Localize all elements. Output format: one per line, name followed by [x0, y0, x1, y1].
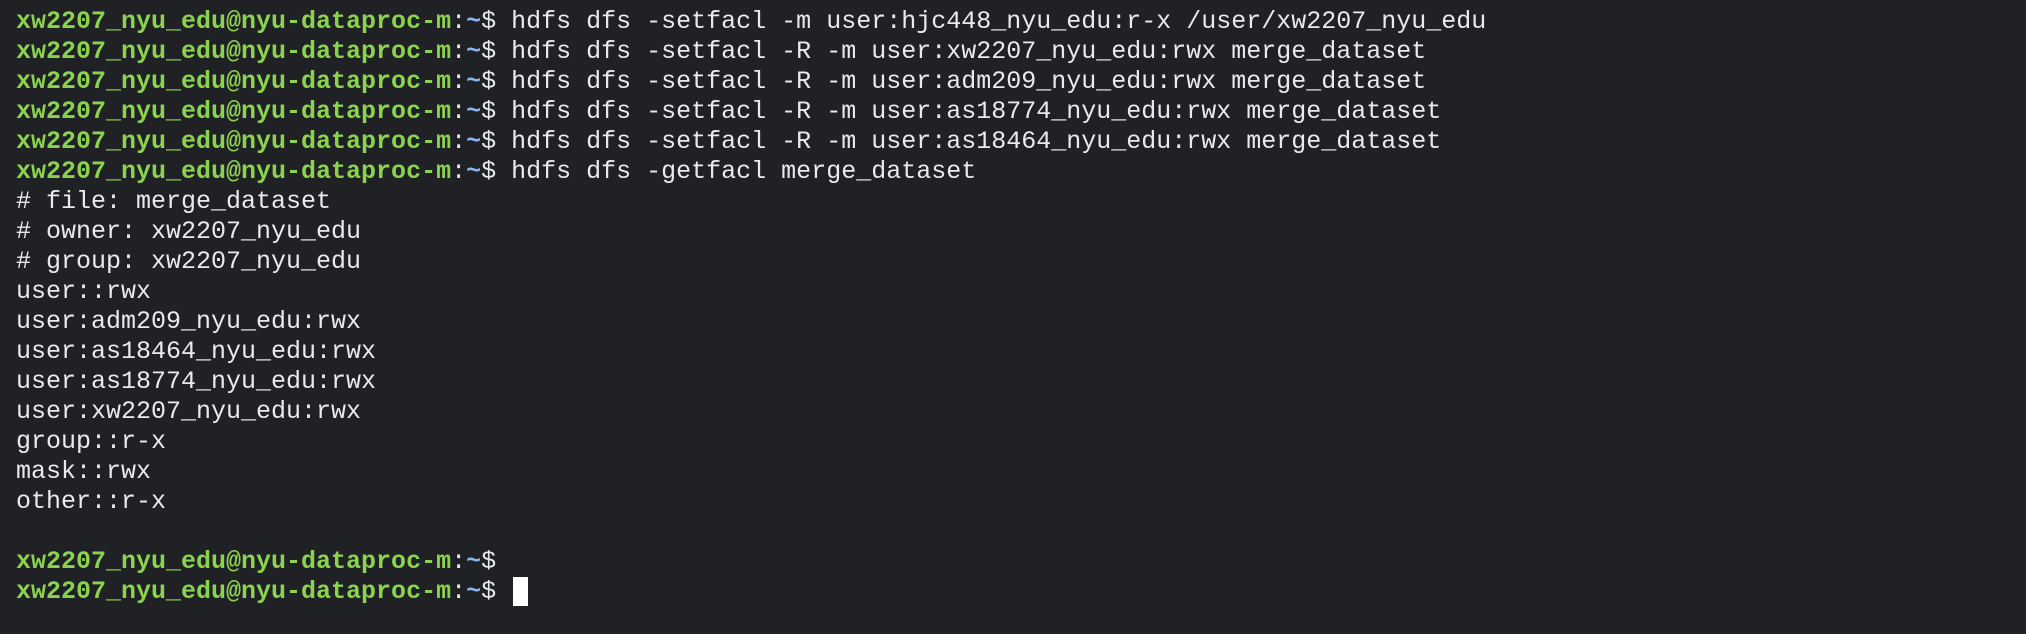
output-line: other::r-x [16, 487, 2026, 517]
prompt-symbol: $ [481, 67, 497, 96]
command-text: hdfs dfs -setfacl -R -m user:adm209_nyu_… [511, 67, 1427, 96]
output-line: user:as18774_nyu_edu:rwx [16, 367, 2026, 397]
command-line: xw2207_nyu_edu@nyu-dataproc-m:~$ hdfs df… [16, 127, 2026, 157]
prompt-symbol: $ [481, 157, 497, 186]
prompt-user-host: xw2207_nyu_edu@nyu-dataproc-m [16, 7, 452, 36]
output-line: group::r-x [16, 427, 2026, 457]
output-text: # group: xw2207_nyu_edu [16, 247, 362, 276]
command-text: hdfs dfs -setfacl -R -m user:as18774_nyu… [511, 97, 1442, 126]
command-line: xw2207_nyu_edu@nyu-dataproc-m:~$ hdfs df… [16, 97, 2026, 127]
text-cursor[interactable] [513, 577, 529, 606]
prompt-user-host: xw2207_nyu_edu@nyu-dataproc-m [16, 547, 452, 576]
command-text: hdfs dfs -setfacl -m user:hjc448_nyu_edu… [511, 7, 1487, 36]
output-line: user:xw2207_nyu_edu:rwx [16, 397, 2026, 427]
output-text: group::r-x [16, 427, 167, 456]
command-text: hdfs dfs -setfacl -R -m user:as18464_nyu… [511, 127, 1442, 156]
prompt-user-host: xw2207_nyu_edu@nyu-dataproc-m [16, 37, 452, 66]
output-line: user::rwx [16, 277, 2026, 307]
output-text: # file: merge_dataset [16, 187, 332, 216]
prompt-path: ~ [466, 97, 482, 126]
prompt-symbol: $ [481, 37, 497, 66]
command-text: hdfs dfs -getfacl merge_dataset [511, 157, 977, 186]
prompt-separator: : [451, 547, 467, 576]
prompt-user-host: xw2207_nyu_edu@nyu-dataproc-m [16, 157, 452, 186]
prompt-separator: : [451, 127, 467, 156]
prompt-user-host: xw2207_nyu_edu@nyu-dataproc-m [16, 577, 452, 606]
prompt-symbol: $ [481, 97, 497, 126]
output-text: user:adm209_nyu_edu:rwx [16, 307, 362, 336]
output-text: # owner: xw2207_nyu_edu [16, 217, 362, 246]
prompt-path: ~ [466, 67, 482, 96]
prompt-path: ~ [466, 7, 482, 36]
prompt-symbol: $ [481, 577, 497, 606]
prompt-path: ~ [466, 127, 482, 156]
output-line: user:as18464_nyu_edu:rwx [16, 337, 2026, 367]
prompt-separator: : [451, 577, 467, 606]
command-text: hdfs dfs -setfacl -R -m user:xw2207_nyu_… [511, 37, 1427, 66]
output-line: user:adm209_nyu_edu:rwx [16, 307, 2026, 337]
output-text: other::r-x [16, 487, 167, 516]
prompt-user-host: xw2207_nyu_edu@nyu-dataproc-m [16, 127, 452, 156]
output-text: user::rwx [16, 277, 152, 306]
output-text: user:as18774_nyu_edu:rwx [16, 367, 377, 396]
output-line: # group: xw2207_nyu_edu [16, 247, 2026, 277]
command-line: xw2207_nyu_edu@nyu-dataproc-m:~$ hdfs df… [16, 7, 2026, 37]
output-text: mask::rwx [16, 457, 152, 486]
prompt-symbol: $ [481, 127, 497, 156]
prompt-path: ~ [466, 577, 482, 606]
prompt-user-host: xw2207_nyu_edu@nyu-dataproc-m [16, 97, 452, 126]
command-line: xw2207_nyu_edu@nyu-dataproc-m:~$ hdfs df… [16, 37, 2026, 67]
prompt-separator: : [451, 67, 467, 96]
active-prompt-line: xw2207_nyu_edu@nyu-dataproc-m:~$ [16, 577, 2026, 607]
prompt-user-host: xw2207_nyu_edu@nyu-dataproc-m [16, 67, 452, 96]
prompt-separator: : [451, 157, 467, 186]
prompt-symbol: $ [481, 7, 497, 36]
command-line: xw2207_nyu_edu@nyu-dataproc-m:~$ [16, 547, 2026, 577]
prompt-path: ~ [466, 547, 482, 576]
prompt-separator: : [451, 37, 467, 66]
prompt-symbol: $ [481, 547, 497, 576]
prompt-path: ~ [466, 37, 482, 66]
output-line: # file: merge_dataset [16, 187, 2026, 217]
output-text: user:xw2207_nyu_edu:rwx [16, 397, 362, 426]
prompt-path: ~ [466, 157, 482, 186]
prompt-separator: : [451, 97, 467, 126]
command-line: xw2207_nyu_edu@nyu-dataproc-m:~$ hdfs df… [16, 157, 2026, 187]
terminal-window[interactable]: xw2207_nyu_edu@nyu-dataproc-m:~$ hdfs df… [0, 0, 2026, 634]
output-line: mask::rwx [16, 457, 2026, 487]
output-text: user:as18464_nyu_edu:rwx [16, 337, 377, 366]
output-line: # owner: xw2207_nyu_edu [16, 217, 2026, 247]
command-line: xw2207_nyu_edu@nyu-dataproc-m:~$ hdfs df… [16, 67, 2026, 97]
prompt-separator: : [451, 7, 467, 36]
